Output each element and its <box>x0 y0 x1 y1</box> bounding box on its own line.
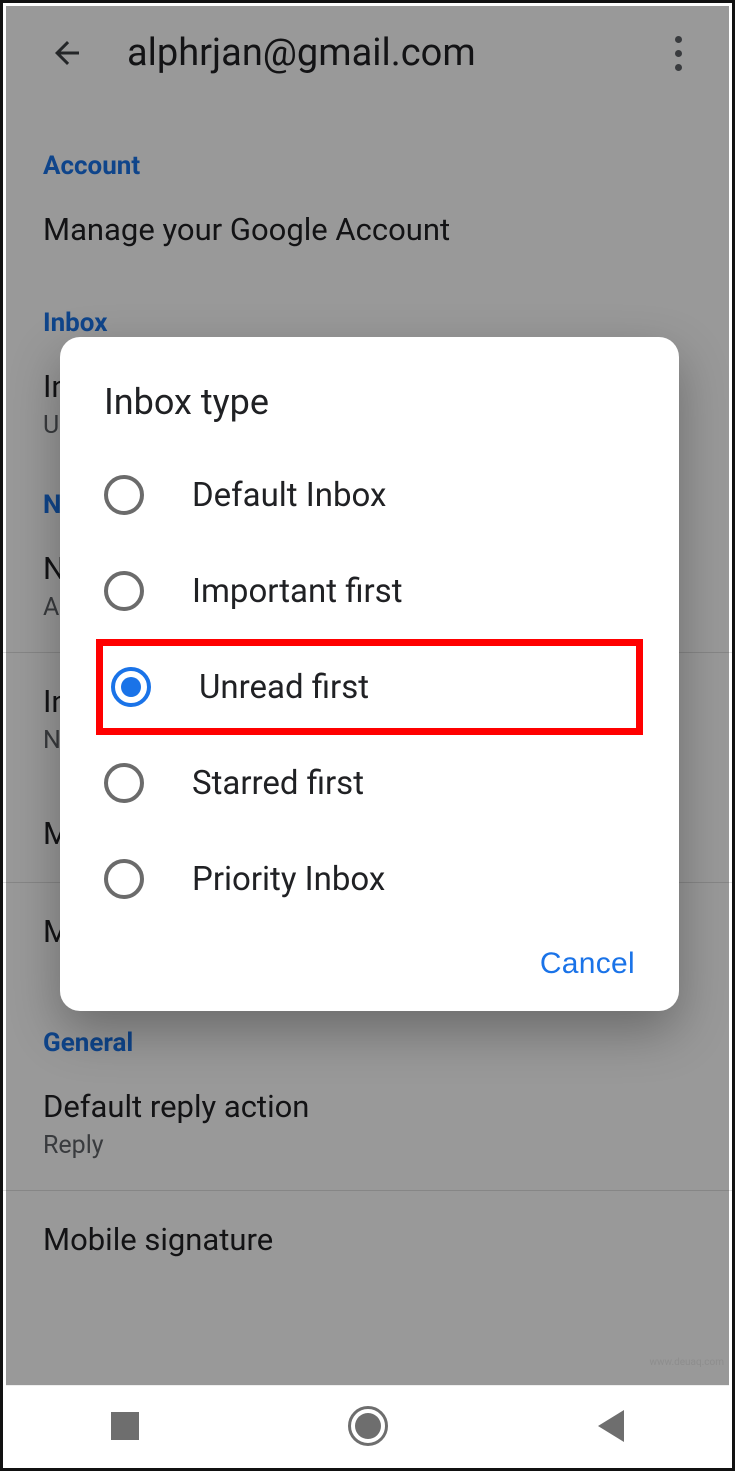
dialog-actions: Cancel <box>60 927 679 991</box>
radio-option-default-inbox[interactable]: Default Inbox <box>60 447 679 543</box>
radio-icon <box>104 859 144 899</box>
radio-label: Important first <box>192 572 403 611</box>
circle-icon <box>348 1406 388 1446</box>
radio-label: Priority Inbox <box>192 860 385 899</box>
nav-overview-button[interactable] <box>111 1412 139 1440</box>
nav-home-button[interactable] <box>348 1406 388 1446</box>
radio-option-starred-first[interactable]: Starred first <box>60 735 679 831</box>
android-nav-bar <box>6 1385 729 1465</box>
radio-icon <box>104 763 144 803</box>
radio-option-priority-inbox[interactable]: Priority Inbox <box>60 831 679 927</box>
radio-icon <box>104 475 144 515</box>
watermark: www.deuaq.com <box>650 1357 725 1368</box>
inbox-type-dialog: Inbox type Default Inbox Important first… <box>60 337 679 1011</box>
radio-label: Starred first <box>192 764 364 803</box>
radio-option-important-first[interactable]: Important first <box>60 543 679 639</box>
radio-label: Default Inbox <box>192 476 386 515</box>
radio-icon-selected <box>111 667 151 707</box>
square-icon <box>111 1412 139 1440</box>
triangle-back-icon <box>598 1410 624 1442</box>
dialog-title: Inbox type <box>60 381 679 447</box>
cancel-button[interactable]: Cancel <box>540 947 635 981</box>
radio-option-unread-first[interactable]: Unread first <box>111 646 628 728</box>
radio-icon <box>104 571 144 611</box>
annotation-highlight: Unread first <box>96 639 643 735</box>
nav-back-button[interactable] <box>598 1410 624 1442</box>
screen: alphrjan@gmail.com Account Manage your G… <box>0 0 735 1471</box>
radio-label: Unread first <box>199 668 369 707</box>
